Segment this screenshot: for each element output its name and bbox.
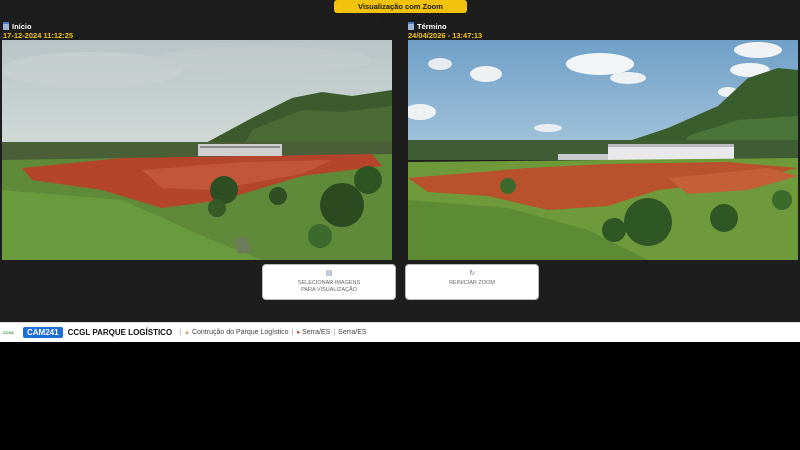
camera-badge: CAM241 <box>23 327 63 338</box>
left-pane-label: Início <box>12 22 32 31</box>
select-images-label-line1: SELECIONAR IMAGENS <box>297 280 361 286</box>
company-logo: CCGL <box>3 329 15 335</box>
project-title: CCGL PARQUE LOGÍSTICO <box>67 328 173 337</box>
right-pane-label: Término <box>417 22 447 31</box>
sync-zoom-banner: Visualização com Zoom Sincronizado <box>334 0 467 24</box>
refresh-icon: ↻ <box>469 270 475 277</box>
location-pin-icon: ● <box>296 329 300 336</box>
end-image-viewport[interactable] <box>408 40 798 260</box>
right-pane-timestamp: 24/04/2026 - 13:47:13 <box>408 31 483 40</box>
divider: | <box>333 329 336 336</box>
right-pane-header: Término 24/04/2026 - 13:47:13 <box>408 22 482 40</box>
left-pane-header: Início 17-12-2024 11:12:25 <box>3 22 73 40</box>
footer-bar: CCGL CAM241 CCGL PARQUE LOGÍSTICO | ▲ Co… <box>0 322 800 342</box>
calendar-icon: ▤ <box>325 270 333 277</box>
start-image-viewport[interactable] <box>2 40 392 260</box>
reset-zoom-label: REINICIAR ZOOM <box>449 280 495 286</box>
start-construction-photo <box>2 40 392 260</box>
construction-icon: ▲ <box>184 329 190 336</box>
project-description: Contrução do Parque Logístico <box>191 329 289 336</box>
reset-zoom-button[interactable]: ↻ REINICIAR ZOOM <box>405 264 539 300</box>
project-location: Serra/ES <box>301 329 331 336</box>
comparison-stage: Visualização com Zoom Sincronizado Iníci… <box>0 0 800 322</box>
select-images-label-line2: PARA VISUALIZAÇÃO <box>301 287 357 293</box>
end-construction-photo <box>408 40 798 260</box>
select-images-button[interactable]: ▤ SELECIONAR IMAGENS PARA VISUALIZAÇÃO <box>262 264 396 300</box>
calendar-icon <box>408 22 414 30</box>
divider: | <box>179 329 182 336</box>
left-pane-timestamp: 17-12-2024 11:12:25 <box>3 31 74 40</box>
divider: | <box>291 329 294 336</box>
calendar-icon <box>3 22 9 30</box>
project-location-secondary: Serra/ES <box>338 329 367 336</box>
